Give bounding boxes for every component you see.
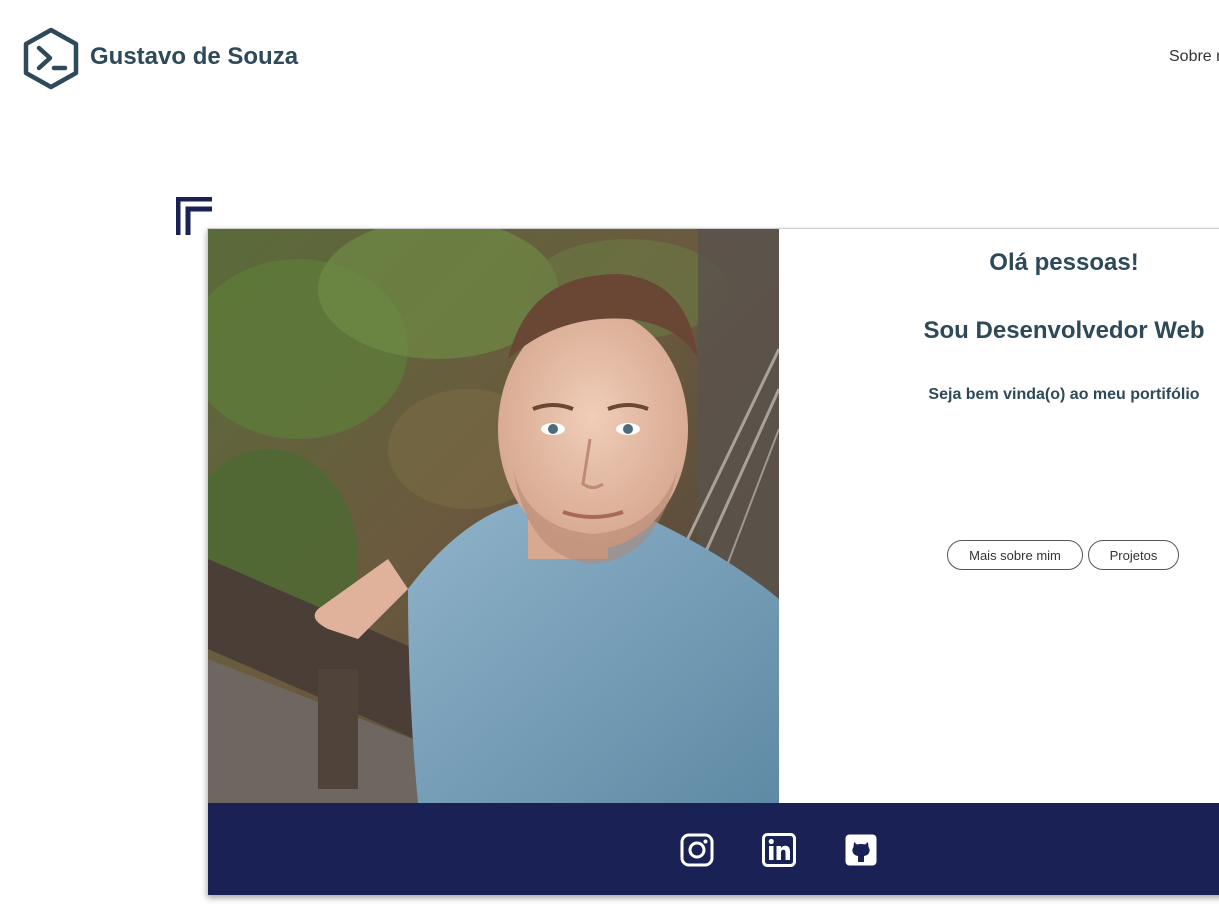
social-links-bar [208,803,1219,895]
profile-card: Olá pessoas! Sou Desenvolvedor Web Seja … [207,228,1219,895]
linkedin-icon[interactable] [762,833,796,867]
nav-about-link[interactable]: Sobre mim [1169,48,1219,65]
site-header: Gustavo de Souza Sobre mim [0,0,1219,118]
github-icon[interactable] [844,833,878,867]
welcome-text: Seja bem vinda(o) ao meu portifólio [928,386,1200,403]
main-nav: Sobre mim [1169,48,1219,66]
intro-panel: Olá pessoas! Sou Desenvolvedor Web Seja … [779,229,1219,803]
brand-name[interactable]: Gustavo de Souza [90,43,298,71]
projects-button[interactable]: Projetos [1088,540,1179,570]
instagram-icon[interactable] [680,833,714,867]
greeting-heading: Olá pessoas! [989,249,1139,276]
intro-buttons: Mais sobre mim Projetos [947,540,1179,570]
role-heading: Sou Desenvolvedor Web [923,317,1205,344]
more-about-me-button[interactable]: Mais sobre mim [947,540,1083,570]
profile-photo [208,229,779,803]
terminal-hexagon-logo-icon[interactable] [22,27,80,90]
